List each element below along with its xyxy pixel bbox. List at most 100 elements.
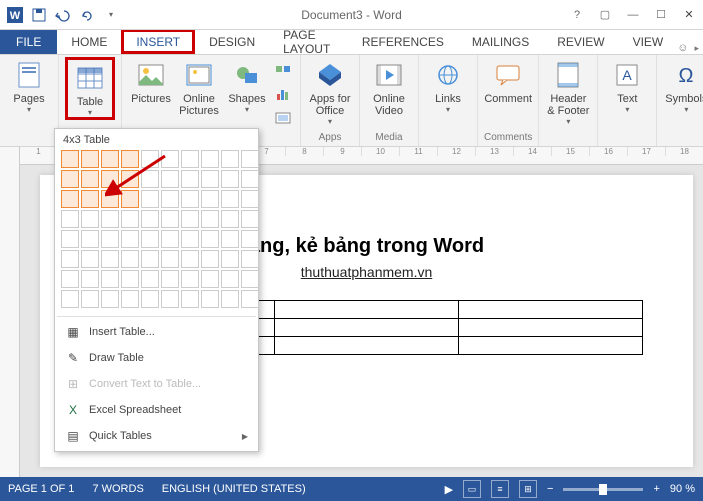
view-print-layout[interactable]: ≡ — [491, 480, 509, 498]
grid-cell[interactable] — [241, 210, 259, 228]
grid-cell[interactable] — [81, 210, 99, 228]
grid-cell[interactable] — [141, 290, 159, 308]
zoom-level[interactable]: 90 % — [670, 483, 695, 495]
tab-mailings[interactable]: MAILINGS — [458, 29, 543, 54]
grid-cell[interactable] — [201, 150, 219, 168]
grid-cell[interactable] — [141, 150, 159, 168]
grid-cell[interactable] — [221, 230, 239, 248]
pages-button[interactable]: Pages — [6, 57, 52, 114]
grid-cell[interactable] — [161, 170, 179, 188]
grid-cell[interactable] — [101, 150, 119, 168]
grid-cell[interactable] — [141, 170, 159, 188]
grid-cell[interactable] — [201, 250, 219, 268]
grid-cell[interactable] — [61, 250, 79, 268]
grid-cell[interactable] — [141, 210, 159, 228]
grid-cell[interactable] — [161, 290, 179, 308]
grid-cell[interactable] — [81, 190, 99, 208]
grid-cell[interactable] — [201, 190, 219, 208]
grid-cell[interactable] — [101, 230, 119, 248]
status-page[interactable]: PAGE 1 OF 1 — [8, 483, 74, 495]
zoom-in-button[interactable]: + — [653, 483, 659, 495]
grid-cell[interactable] — [121, 290, 139, 308]
grid-cell[interactable] — [121, 250, 139, 268]
macro-icon[interactable]: ▶ — [445, 483, 453, 496]
undo-icon[interactable] — [52, 4, 74, 26]
grid-cell[interactable] — [241, 170, 259, 188]
account-icon[interactable]: ☺ — [677, 42, 688, 54]
grid-cell[interactable] — [181, 250, 199, 268]
header-footer-button[interactable]: Header & Footer — [545, 57, 591, 126]
close-button[interactable]: ✕ — [675, 4, 703, 26]
redo-icon[interactable] — [76, 4, 98, 26]
grid-cell[interactable] — [81, 290, 99, 308]
grid-cell[interactable] — [61, 230, 79, 248]
grid-cell[interactable] — [121, 230, 139, 248]
links-button[interactable]: Links — [425, 57, 471, 114]
grid-cell[interactable] — [161, 250, 179, 268]
chart-button[interactable] — [272, 83, 294, 105]
grid-cell[interactable] — [101, 270, 119, 288]
screenshot-button[interactable] — [272, 107, 294, 129]
table-size-grid[interactable] — [57, 150, 256, 314]
zoom-out-button[interactable]: − — [547, 483, 553, 495]
grid-cell[interactable] — [81, 150, 99, 168]
tab-design[interactable]: DESIGN — [195, 29, 269, 54]
grid-cell[interactable] — [61, 290, 79, 308]
grid-cell[interactable] — [101, 250, 119, 268]
grid-cell[interactable] — [181, 190, 199, 208]
minimize-button[interactable]: — — [619, 4, 647, 26]
pictures-button[interactable]: Pictures — [128, 57, 174, 105]
grid-cell[interactable] — [221, 210, 239, 228]
grid-cell[interactable] — [201, 270, 219, 288]
qat-customize-icon[interactable]: ▾ — [100, 4, 122, 26]
tab-file[interactable]: FILE — [0, 29, 57, 54]
online-pictures-button[interactable]: Online Pictures — [176, 57, 222, 117]
shapes-button[interactable]: Shapes — [224, 57, 270, 114]
grid-cell[interactable] — [121, 170, 139, 188]
grid-cell[interactable] — [121, 150, 139, 168]
grid-cell[interactable] — [241, 250, 259, 268]
tab-references[interactable]: REFERENCES — [348, 29, 458, 54]
grid-cell[interactable] — [201, 210, 219, 228]
grid-cell[interactable] — [221, 250, 239, 268]
grid-cell[interactable] — [181, 270, 199, 288]
ribbon-display-button[interactable]: ▢ — [591, 4, 619, 26]
view-web-layout[interactable]: ⊞ — [519, 480, 537, 498]
word-app-icon[interactable]: W — [4, 4, 26, 26]
save-icon[interactable] — [28, 4, 50, 26]
apps-button[interactable]: Apps for Office — [307, 57, 353, 126]
status-words[interactable]: 7 WORDS — [92, 483, 143, 495]
symbols-button[interactable]: Ω Symbols — [663, 57, 703, 114]
grid-cell[interactable] — [161, 150, 179, 168]
view-read-mode[interactable]: ▭ — [463, 480, 481, 498]
grid-cell[interactable] — [221, 290, 239, 308]
grid-cell[interactable] — [221, 150, 239, 168]
grid-cell[interactable] — [101, 190, 119, 208]
grid-cell[interactable] — [81, 230, 99, 248]
grid-cell[interactable] — [221, 190, 239, 208]
zoom-slider[interactable] — [563, 488, 643, 491]
grid-cell[interactable] — [161, 230, 179, 248]
grid-cell[interactable] — [161, 190, 179, 208]
grid-cell[interactable] — [101, 170, 119, 188]
tab-review[interactable]: REVIEW — [543, 29, 618, 54]
grid-cell[interactable] — [101, 290, 119, 308]
grid-cell[interactable] — [141, 250, 159, 268]
grid-cell[interactable] — [221, 170, 239, 188]
grid-cell[interactable] — [141, 230, 159, 248]
help-button[interactable]: ? — [563, 4, 591, 26]
comment-button[interactable]: Comment — [485, 57, 531, 105]
menu-excel-spreadsheet[interactable]: X Excel Spreadsheet — [57, 397, 256, 423]
grid-cell[interactable] — [121, 270, 139, 288]
grid-cell[interactable] — [61, 190, 79, 208]
text-button[interactable]: A Text — [604, 57, 650, 114]
online-video-button[interactable]: Online Video — [366, 57, 412, 117]
grid-cell[interactable] — [61, 210, 79, 228]
tabs-overflow-icon[interactable]: ▸ — [694, 43, 699, 54]
grid-cell[interactable] — [81, 170, 99, 188]
grid-cell[interactable] — [121, 210, 139, 228]
tab-page-layout[interactable]: PAGE LAYOUT — [269, 29, 348, 54]
menu-quick-tables[interactable]: ▤ Quick Tables ▶ — [57, 423, 256, 449]
grid-cell[interactable] — [161, 270, 179, 288]
grid-cell[interactable] — [61, 270, 79, 288]
